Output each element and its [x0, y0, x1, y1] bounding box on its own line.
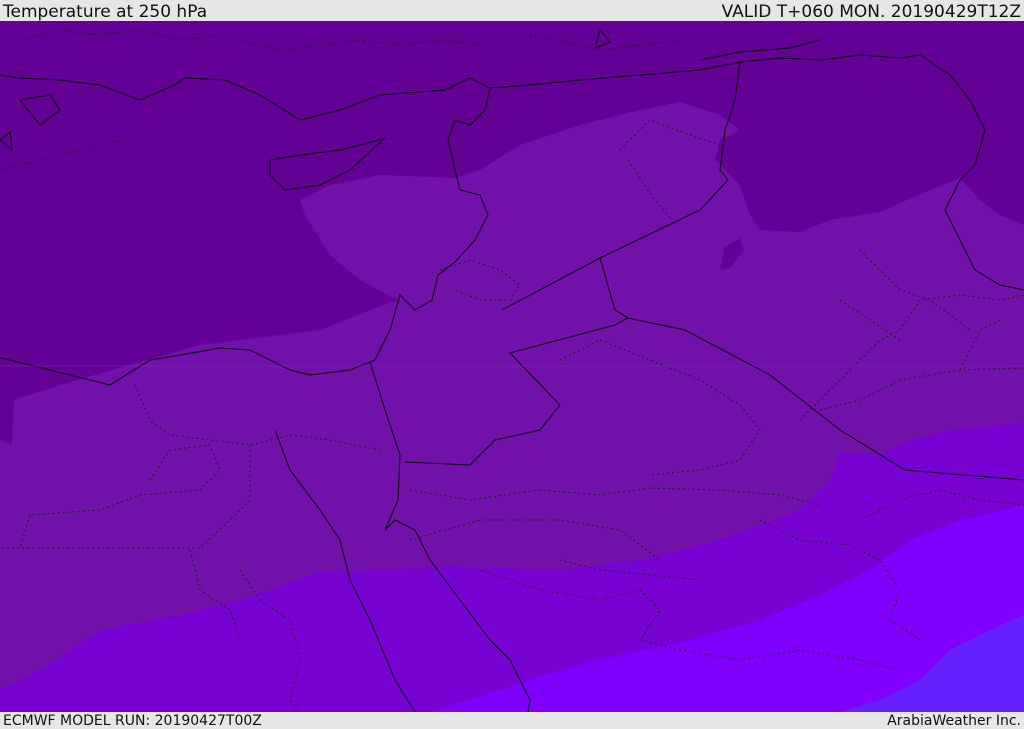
map-title: Temperature at 250 hPa [3, 2, 208, 22]
weather-map-page: Temperature at 250 hPa VALID T+060 MON. … [0, 0, 1024, 729]
header-bar: Temperature at 250 hPa VALID T+060 MON. … [0, 0, 1024, 22]
valid-time-label: VALID T+060 MON. 20190429T12Z [721, 2, 1021, 22]
model-run-label: ECMWF MODEL RUN: 20190427T00Z [3, 713, 262, 729]
temperature-map [0, 21, 1024, 712]
credit-label: ArabiaWeather Inc. [887, 713, 1021, 729]
footer-bar: ECMWF MODEL RUN: 20190427T00Z ArabiaWeat… [0, 712, 1024, 729]
